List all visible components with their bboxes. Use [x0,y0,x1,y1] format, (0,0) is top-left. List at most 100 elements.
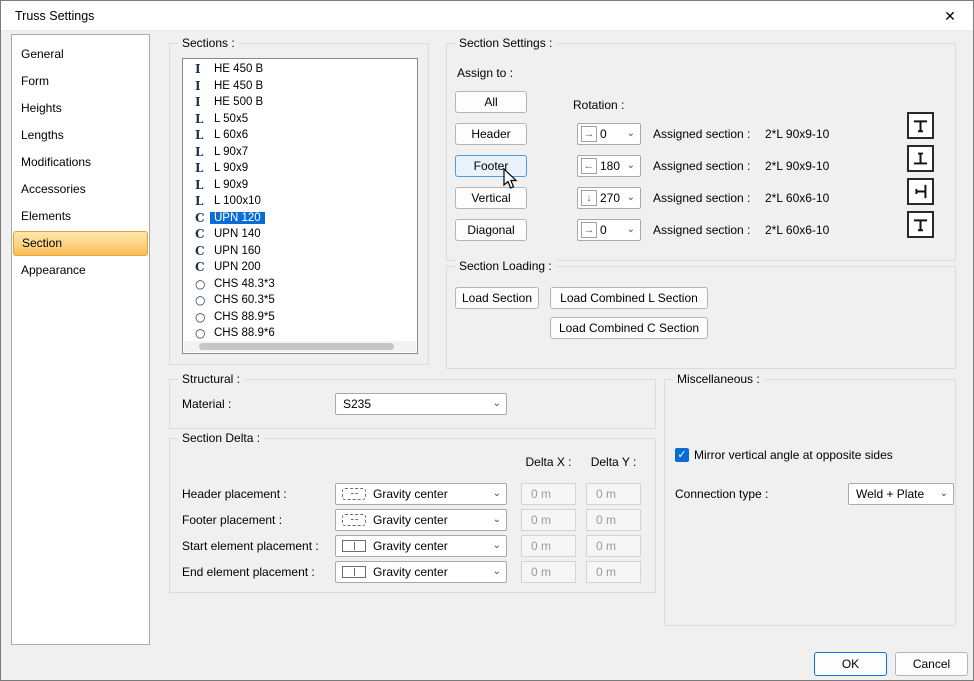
load-combined-l-section-button[interactable]: Load Combined L Section [550,287,708,309]
assign-diagonal-button[interactable]: Diagonal [455,219,527,241]
truss-settings-dialog: Truss Settings ✕ General Form Heights Le… [0,0,974,681]
sidebar-item-form[interactable]: Form [12,68,149,95]
assign-footer-button[interactable]: Footer [455,155,527,177]
list-item-label: HE 450 B [214,79,264,92]
header-delta-x-field[interactable]: 0 m [521,483,576,505]
sidebar-item-modifications[interactable]: Modifications [12,149,149,176]
chevron-down-icon: ⌄ [626,128,635,139]
load-combined-c-section-button[interactable]: Load Combined C Section [550,317,708,339]
miscellaneous-group: Miscellaneous : ✓ Mirror vertical angle … [664,372,956,626]
ok-button[interactable]: OK [814,652,887,676]
list-item[interactable]: ○ CHS 60.3*5 [183,292,417,309]
sidebar-item-section[interactable]: Section [13,231,148,256]
list-item[interactable]: ○ CHS 88.9*6 [183,325,417,342]
section-preview-tee-down-icon [907,211,934,238]
load-section-button[interactable]: Load Section [455,287,539,309]
list-item-label: L 100x10 [214,195,261,208]
horizontal-scrollbar[interactable] [184,341,416,352]
sidebar-item-accessories[interactable]: Accessories [12,176,149,203]
list-item[interactable]: I HE 500 B [183,94,417,111]
end-element-delta-y-field[interactable]: 0 m [586,561,641,583]
cancel-button[interactable]: Cancel [895,652,968,676]
i-section-icon: I [195,95,201,110]
list-item[interactable]: C UPN 140 [183,226,417,243]
assign-to-label: Assign to : [457,66,514,80]
chevron-down-icon: ⌄ [492,514,501,525]
footer-delta-y-field[interactable]: 0 m [586,509,641,531]
chevron-down-icon: ⌄ [939,488,948,499]
channel-section-icon: C [195,243,205,258]
l-section-icon: L [195,161,204,176]
end-element-placement-select[interactable]: Gravity center ⌄ [335,561,507,583]
mirror-vertical-angle-checkbox[interactable]: ✓ [675,448,689,462]
rotation-select-footer[interactable]: ← 180 ⌄ [577,155,641,177]
list-item[interactable]: L L 90x7 [183,144,417,161]
sections-group: Sections : I HE 450 B I HE 450 B I HE 500 B… [169,36,429,365]
l-section-icon: L [195,194,204,209]
sidebar-item-elements[interactable]: Elements [12,203,149,230]
start-element-delta-x-field[interactable]: 0 m [521,535,576,557]
sidebar-item-appearance[interactable]: Appearance [12,257,149,284]
scrollbar-thumb[interactable] [199,343,394,350]
start-element-delta-y-field[interactable]: 0 m [586,535,641,557]
placement-value: Gravity center [373,539,448,553]
list-item-label: L 60x6 [214,129,249,142]
chevron-down-icon: ⌄ [626,224,635,235]
list-item[interactable]: I HE 450 B [183,78,417,95]
assign-header-button[interactable]: Header [455,123,527,145]
list-item-label: HE 450 B [214,63,264,76]
list-item[interactable]: L L 90x9 [183,160,417,177]
rotation-arrow-icon: ↓ [581,190,597,206]
list-item[interactable]: L L 60x6 [183,127,417,144]
list-item-label: L 90x7 [214,145,249,158]
footer-delta-x-field[interactable]: 0 m [521,509,576,531]
list-item-selected[interactable]: C UPN 120 [183,210,417,227]
assigned-section-label: Assigned section : [653,191,751,205]
rotation-arrow-icon: → [581,126,597,142]
list-item-label: CHS 88.9*5 [214,310,275,323]
list-item[interactable]: L L 100x10 [183,193,417,210]
list-item[interactable]: C UPN 200 [183,259,417,276]
connection-type-select[interactable]: Weld + Plate ⌄ [848,483,954,505]
assign-vertical-button[interactable]: Vertical [455,187,527,209]
footer-placement-label: Footer placement : [182,513,283,527]
section-settings-group: Section Settings : Assign to : Rotation … [446,36,956,261]
list-item-label: UPN 200 [214,261,261,274]
list-item[interactable]: I HE 450 B [183,61,417,78]
assigned-section-label: Assigned section : [653,127,751,141]
rotation-select-vertical[interactable]: ↓ 270 ⌄ [577,187,641,209]
rotation-select-diagonal[interactable]: → 0 ⌄ [577,219,641,241]
list-item[interactable]: L L 90x9 [183,177,417,194]
title-bar: Truss Settings ✕ [1,1,973,31]
chevron-down-icon: ⌄ [492,566,501,577]
sidebar-item-general[interactable]: General [12,41,149,68]
header-placement-select[interactable]: Gravity center ⌄ [335,483,507,505]
footer-placement-select[interactable]: Gravity center ⌄ [335,509,507,531]
placement-value: Gravity center [373,487,448,501]
connection-type-value: Weld + Plate [856,487,925,501]
list-item[interactable]: C UPN 160 [183,243,417,260]
start-element-placement-label: Start element placement : [182,539,319,553]
header-delta-y-field[interactable]: 0 m [586,483,641,505]
assign-all-button[interactable]: All [455,91,527,113]
list-item[interactable]: ○ CHS 48.3*3 [183,276,417,293]
checkmark-icon: ✓ [677,449,687,461]
sidebar-item-lengths[interactable]: Lengths [12,122,149,149]
list-item-label: CHS 60.3*5 [214,294,275,307]
section-preview-tee-down-icon [907,112,934,139]
list-item-label: L 90x9 [214,178,249,191]
start-element-placement-select[interactable]: Gravity center ⌄ [335,535,507,557]
material-select[interactable]: S235 ⌄ [335,393,507,415]
gravity-center-icon [342,488,366,500]
rotation-select-header[interactable]: → 0 ⌄ [577,123,641,145]
list-item[interactable]: ○ CHS 88.9*5 [183,309,417,326]
sidebar-item-heights[interactable]: Heights [12,95,149,122]
assigned-section-label: Assigned section : [653,223,751,237]
close-icon[interactable]: ✕ [933,1,967,31]
placement-value: Gravity center [373,565,448,579]
l-section-icon: L [195,144,204,159]
connection-type-label: Connection type : [675,487,769,501]
list-item[interactable]: L L 50x5 [183,111,417,128]
rotation-value: 0 [600,127,607,141]
end-element-delta-x-field[interactable]: 0 m [521,561,576,583]
